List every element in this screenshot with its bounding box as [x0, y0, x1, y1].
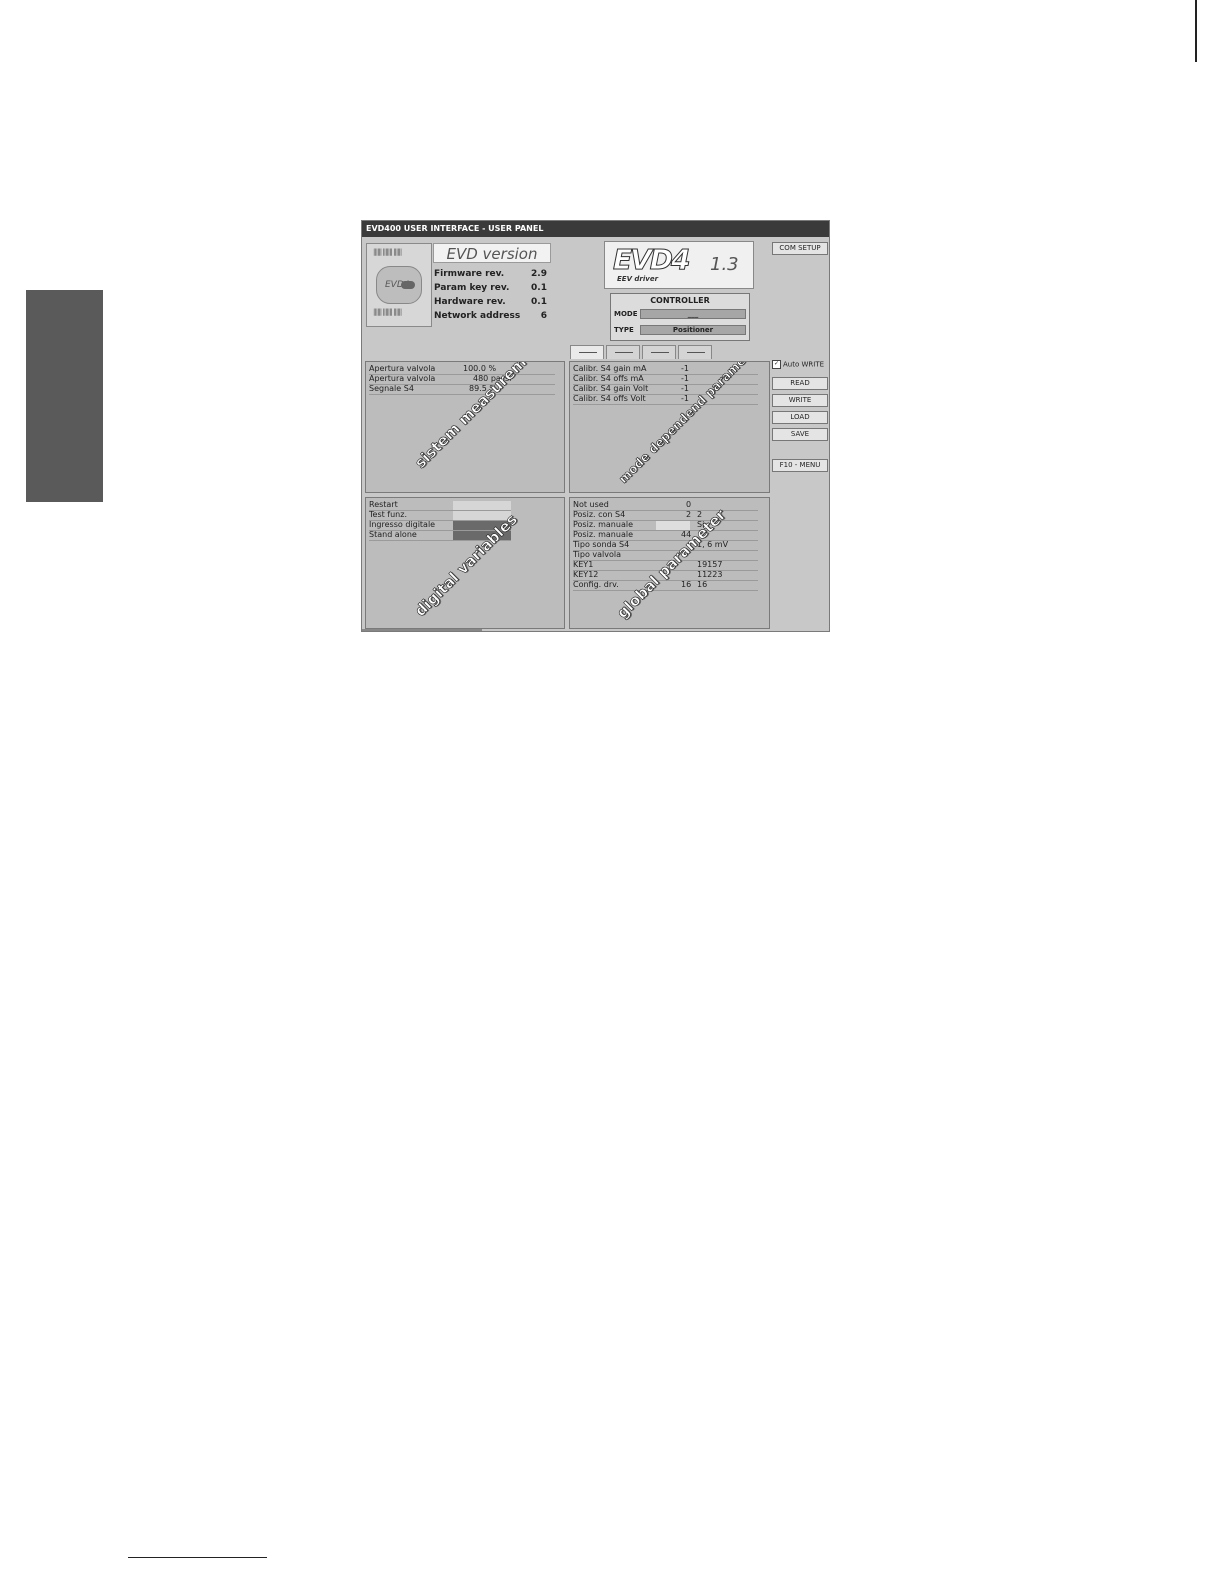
device-body: EVD4 [376, 266, 422, 304]
tab-3[interactable] [642, 345, 676, 359]
com-setup-button[interactable]: COM SETUP [772, 242, 828, 255]
digital-variables-panel: Restart Test funz. Ingresso digitale Sta… [365, 497, 565, 629]
version-row: Hardware rev. 0.1 [434, 297, 547, 307]
controller-box: CONTROLLER MODE ___ TYPE Positioner [610, 293, 750, 341]
logo-version: 1.3 [710, 254, 739, 275]
device-indicator [401, 281, 415, 289]
page-edge-line [1195, 0, 1197, 62]
type-label: TYPE [614, 326, 634, 334]
menu-button[interactable]: F10 - MENU [772, 459, 828, 472]
chapter-tab [26, 290, 103, 502]
evd-user-panel-window: EVD400 USER INTERFACE - USER PANEL |||||… [361, 220, 830, 632]
global-parameter-panel: Not used 0 Posiz. con S4 2 2 Posiz. manuale… [569, 497, 770, 629]
check-icon[interactable]: ✓ [772, 360, 781, 369]
version-row: Firmware rev. 2.9 [434, 269, 547, 279]
version-panel: EVD version Firmware rev. 2.9 Param key r… [433, 243, 553, 327]
tab-strip [570, 345, 715, 361]
read-button[interactable]: READ [772, 377, 828, 390]
status-strip [362, 629, 482, 631]
device-image: |||||| ||||||| |||||| EVD4 |||||| ||||||… [366, 243, 432, 327]
save-button[interactable]: SAVE [772, 428, 828, 441]
status-swatch [453, 501, 511, 510]
mode-field[interactable]: ___ [640, 309, 746, 319]
tab-1[interactable] [570, 345, 604, 359]
footnote-rule [128, 1557, 267, 1558]
system-measurement-panel: Apertura valvola 100.0 % Apertura valvola… [365, 361, 565, 493]
tab-4[interactable] [678, 345, 712, 359]
tab-2[interactable] [606, 345, 640, 359]
version-row: Network address 6 [434, 311, 547, 321]
device-pins-bottom: |||||| ||||||| |||||| [373, 308, 402, 316]
evd4-logo: EVD4 EEV driver 1.3 [604, 241, 754, 289]
value-highlight [656, 521, 690, 530]
write-button[interactable]: WRITE [772, 394, 828, 407]
logo-text: EVD4 [613, 243, 692, 277]
controller-title: CONTROLLER [650, 296, 710, 305]
auto-write-checkbox[interactable]: ✓ Auto WRITE [772, 360, 824, 369]
type-field[interactable]: Positioner [640, 325, 746, 335]
logo-subtitle: EEV driver [617, 275, 659, 283]
auto-write-label: Auto WRITE [783, 360, 825, 369]
window-title: EVD400 USER INTERFACE - USER PANEL [362, 221, 829, 237]
mode-dependent-panel: Calibr. S4 gain mA -1 Calibr. S4 offs mA -… [569, 361, 770, 493]
mode-label: MODE [614, 310, 638, 318]
device-pins-top: |||||| ||||||| |||||| [373, 248, 402, 256]
version-row: Param key rev. 0.1 [434, 283, 547, 293]
version-title: EVD version [433, 243, 551, 263]
load-button[interactable]: LOAD [772, 411, 828, 424]
